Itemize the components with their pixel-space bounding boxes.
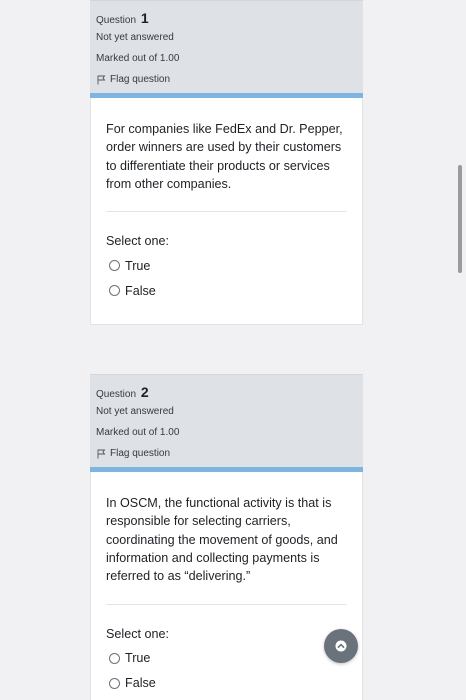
question-separator <box>90 325 363 374</box>
back-to-top-button[interactable] <box>324 629 358 663</box>
answer-option-true[interactable]: True <box>109 646 347 671</box>
answer-label: False <box>125 676 156 691</box>
answer-option-false[interactable]: False <box>109 671 347 696</box>
answer-option-true[interactable]: True <box>109 253 347 278</box>
flag-question-label: Flag question <box>110 74 171 85</box>
flag-question-label: Flag question <box>110 448 171 460</box>
answer-label: False <box>125 283 156 298</box>
answer-option-false[interactable]: False <box>109 278 347 303</box>
question-1: Question 1 Not yet answered Marked out o… <box>90 0 363 326</box>
flag-question-link[interactable]: Flag question <box>96 443 357 464</box>
question-content: In OSCM, the functional activity is that… <box>90 472 363 700</box>
page-scrollbar[interactable] <box>458 165 462 273</box>
question-info: Question 2 Not yet answered Marked out o… <box>90 374 363 473</box>
radio-button[interactable] <box>109 285 120 297</box>
question-title-prefix: Question <box>96 15 137 26</box>
quiz-page: Question 1 Not yet answered Marked out o… <box>0 0 466 700</box>
question-title: Question 1 <box>96 9 357 27</box>
answer-label: True <box>125 258 151 273</box>
select-one-label: Select one: <box>106 234 170 249</box>
questions-column: Question 1 Not yet answered Marked out o… <box>90 0 363 700</box>
flag-icon <box>96 449 106 459</box>
question-number: 2 <box>140 384 149 401</box>
flag-icon <box>96 75 106 85</box>
question-text: In OSCM, the functional activity is that… <box>106 472 347 605</box>
question-status: Not yet answered <box>96 406 174 418</box>
question-info: Question 1 Not yet answered Marked out o… <box>90 0 363 98</box>
question-number: 1 <box>140 10 149 26</box>
chevron-up-icon <box>335 640 347 652</box>
question-content: For companies like FedEx and Dr. Pepper,… <box>90 98 363 326</box>
question-marks: Marked out of 1.00 <box>96 53 180 64</box>
answer-label: True <box>125 651 151 666</box>
select-one-label: Select one: <box>106 626 170 641</box>
question-status: Not yet answered <box>96 32 174 43</box>
question-text: For companies like FedEx and Dr. Pepper,… <box>106 98 347 213</box>
question-2: Question 2 Not yet answered Marked out o… <box>90 374 363 700</box>
radio-button[interactable] <box>109 260 120 272</box>
flag-question-link[interactable]: Flag question <box>96 69 357 90</box>
question-title: Question 2 <box>96 383 357 401</box>
question-title-prefix: Question <box>96 389 137 401</box>
question-marks: Marked out of 1.00 <box>96 427 180 439</box>
radio-button[interactable] <box>109 677 120 689</box>
radio-button[interactable] <box>109 652 120 664</box>
